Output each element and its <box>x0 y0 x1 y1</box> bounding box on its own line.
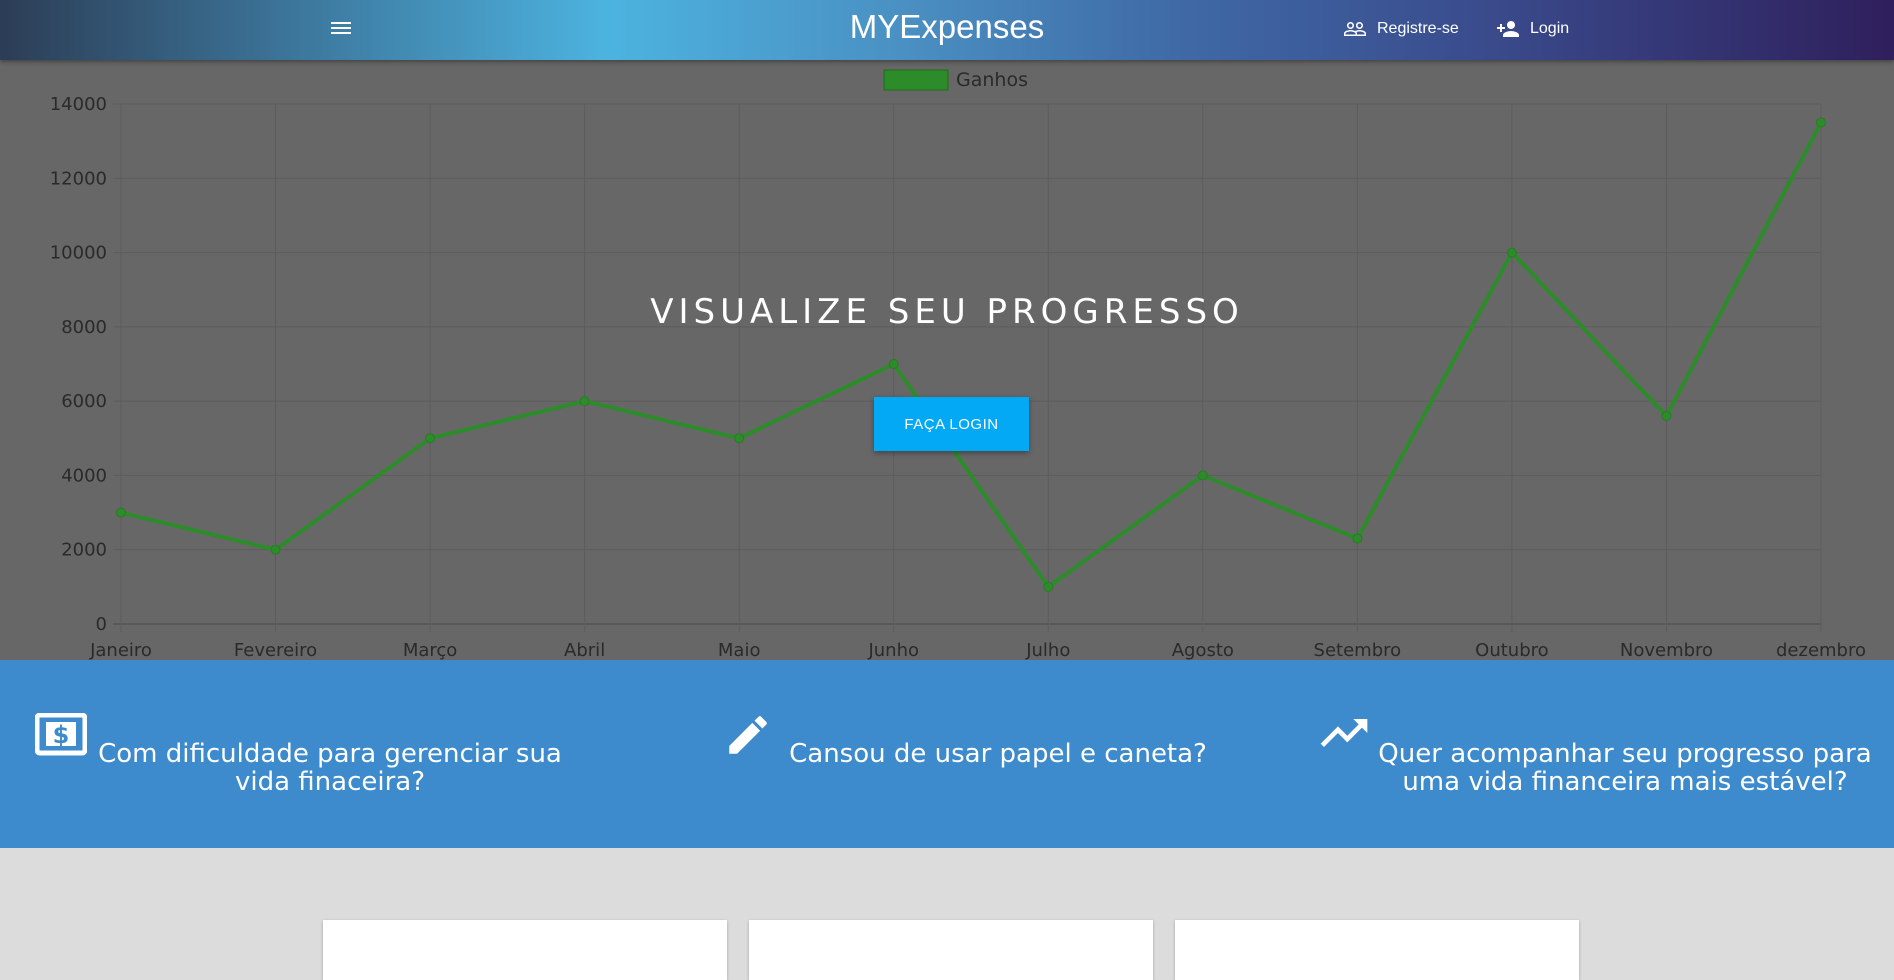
person-add-icon <box>1497 21 1519 37</box>
y-tick-label: 12000 <box>50 168 107 189</box>
menu-icon[interactable] <box>328 18 354 42</box>
x-tick-label: dezembro <box>1776 640 1866 660</box>
data-point <box>1197 470 1208 481</box>
data-point <box>116 507 126 518</box>
people-icon <box>1344 22 1366 36</box>
hero-title: VISUALIZE SEU PROGRESSO <box>650 292 1244 332</box>
data-point <box>1816 117 1826 128</box>
info-card <box>1175 920 1579 980</box>
feature-paper: Cansou de usar papel e caneta? <box>660 660 1260 848</box>
x-tick-label: Março <box>403 640 457 660</box>
x-tick-label: Setembro <box>1314 640 1402 660</box>
register-label: Registre-se <box>1377 20 1459 37</box>
y-tick-label: 0 <box>96 614 107 635</box>
data-point <box>425 433 436 444</box>
register-link[interactable]: Registre-se <box>1343 17 1459 41</box>
data-point <box>270 544 281 555</box>
trending-up-icon <box>1316 705 1372 765</box>
feature-manage: $ Com dificuldade para gerenciar sua vid… <box>0 660 660 848</box>
info-card <box>323 920 727 980</box>
data-point <box>579 396 590 407</box>
data-point <box>888 359 899 369</box>
earnings-line-chart: 02000400060008000100001200014000 Janeiro… <box>50 69 1866 660</box>
x-tick-label: Abril <box>564 640 605 660</box>
feature-progress: Quer acompanhar seu progresso para uma v… <box>1300 660 1894 848</box>
x-tick-label: Julho <box>1025 640 1070 660</box>
info-card <box>749 920 1153 980</box>
money-icon: $ <box>34 712 88 761</box>
x-tick-label: Outubro <box>1475 640 1549 660</box>
login-link[interactable]: Login <box>1496 17 1569 41</box>
pencil-icon <box>723 710 773 764</box>
top-navbar: MYExpenses Registre-se Login <box>0 0 1894 60</box>
y-tick-label: 2000 <box>61 540 107 561</box>
login-label: Login <box>1530 20 1570 37</box>
login-button[interactable]: FAÇA LOGIN <box>874 397 1029 451</box>
x-tick-label: Janeiro <box>89 640 152 660</box>
data-point <box>734 433 745 444</box>
x-tick-label: Junho <box>867 640 919 660</box>
svg-text:$: $ <box>53 721 70 749</box>
feature-text: Cansou de usar papel e caneta? <box>789 739 1207 769</box>
y-tick-label: 6000 <box>61 391 107 412</box>
data-point <box>1506 247 1517 258</box>
x-tick-label: Fevereiro <box>234 640 317 660</box>
feature-text: Com dificuldade para gerenciar sua vida … <box>98 739 562 797</box>
data-point <box>1043 581 1054 592</box>
data-point <box>1661 411 1672 421</box>
feature-text: Quer acompanhar seu progresso para uma v… <box>1378 739 1872 797</box>
y-tick-label: 14000 <box>50 94 107 115</box>
series-line <box>120 121 1823 589</box>
y-tick-label: 4000 <box>61 465 107 486</box>
cards-section <box>0 848 1894 980</box>
legend-label[interactable]: Ganhos <box>956 69 1028 91</box>
hero-section: 0 2000 4000 6000 8000 10000 12000 14000 Janeiro… <box>0 60 1894 660</box>
brand-title[interactable]: MYExpenses <box>850 8 1044 45</box>
legend-swatch[interactable] <box>883 69 949 91</box>
features-section: $ Com dificuldade para gerenciar sua vid… <box>0 660 1894 848</box>
x-tick-label: Agosto <box>1172 640 1234 660</box>
x-tick-label: Maio <box>718 640 761 660</box>
y-tick-label: 10000 <box>50 243 107 264</box>
data-point <box>1352 533 1363 544</box>
x-tick-label: Novembro <box>1620 640 1713 660</box>
